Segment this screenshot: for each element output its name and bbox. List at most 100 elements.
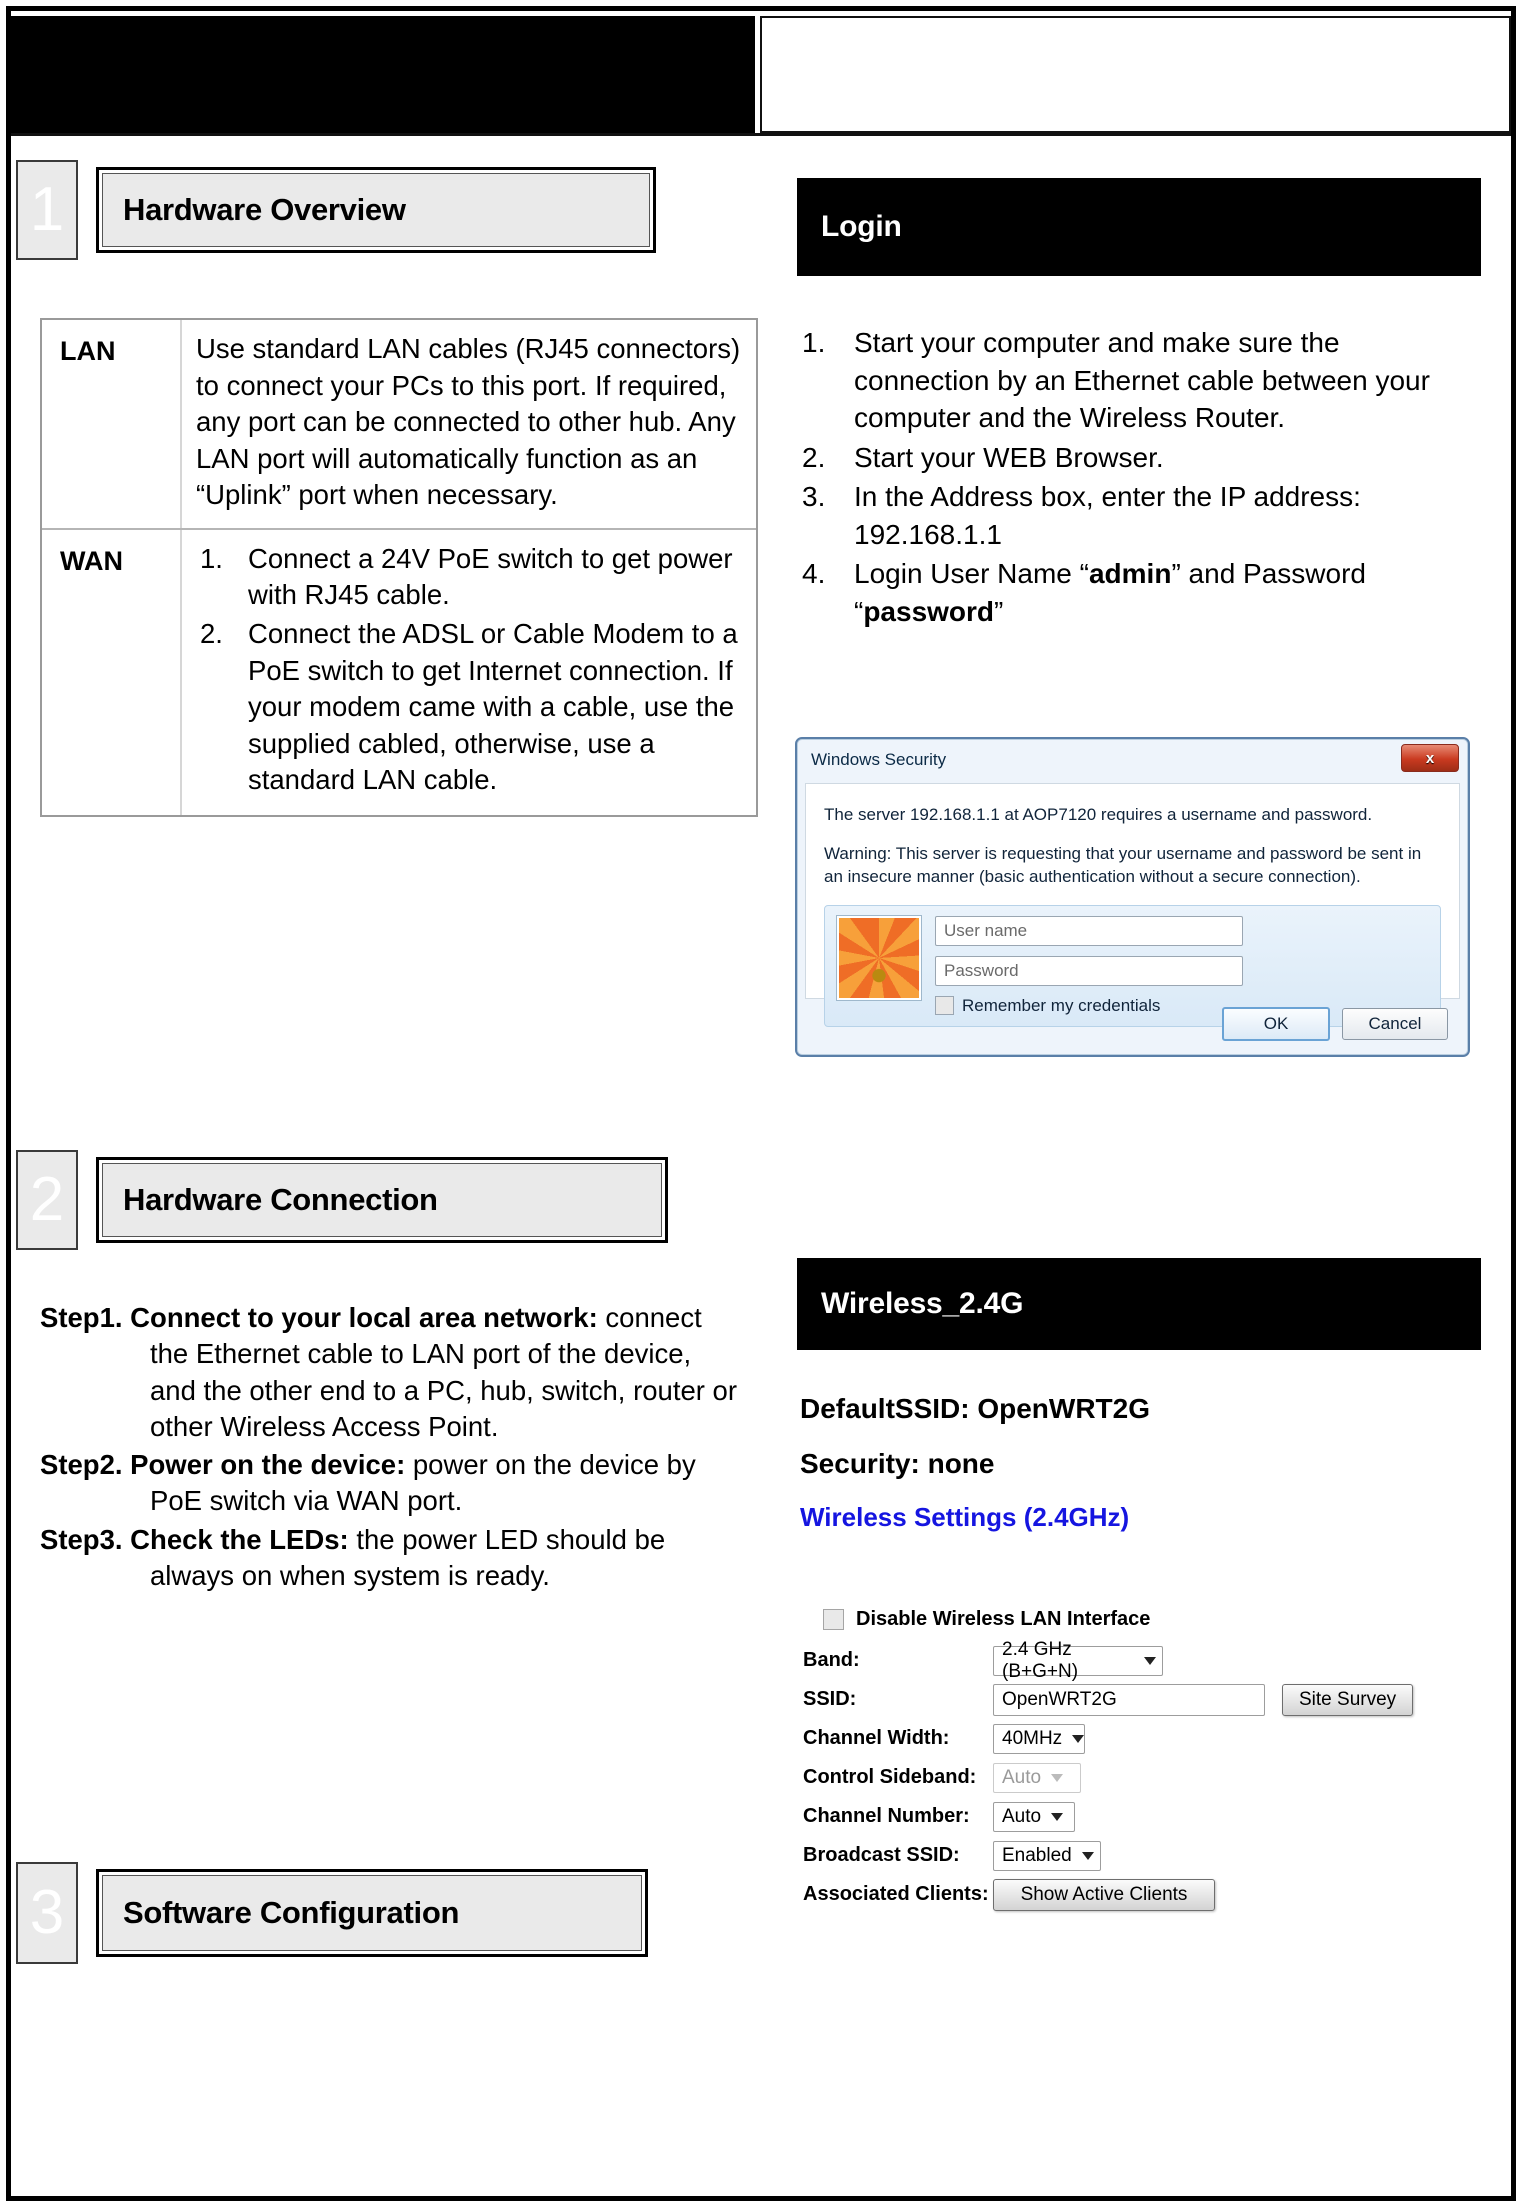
page-border-top [6, 6, 1516, 11]
section-title-box-3: Software Configuration [96, 1869, 648, 1957]
login-username-value: admin [1088, 558, 1172, 590]
user-avatar-icon [836, 914, 922, 1001]
band-label: Band: [803, 1649, 860, 1671]
hw-row-text-wan: 1. Connect a 24V PoE switch to get power… [182, 530, 756, 815]
list-item-text: In the Address box, enter the IP address… [854, 481, 1361, 550]
list-item-number: 1. [802, 327, 826, 358]
list-item-number: 1. [200, 542, 223, 574]
dialog-message-warning: Warning: This server is requesting that … [824, 843, 1422, 886]
associated-clients-row: Associated Clients: Show Active Clients [803, 1875, 1493, 1914]
dialog-title: Windows Security [811, 750, 947, 769]
disable-wireless-label: Disable Wireless LAN Interface [856, 1608, 1151, 1630]
banner-white-block [760, 16, 1511, 133]
section-header-hardware-connection: 2 Hardware Connection [16, 1150, 758, 1250]
banner-underline [11, 133, 1511, 136]
step-label: Step1. Connect to your local area networ… [40, 1302, 598, 1333]
control-sideband-value: Auto [1002, 1766, 1042, 1788]
windows-security-dialog: Windows Security x The server 192.168.1.… [795, 737, 1470, 1057]
section-title-1: Hardware Overview [102, 173, 650, 247]
login-instruction-list: 1. Start your computer and make sure the… [800, 324, 1480, 632]
broadcast-ssid-row: Broadcast SSID: Enabled [803, 1836, 1493, 1875]
hardware-connection-steps: Step1. Connect to your local area networ… [40, 1300, 740, 1596]
broadcast-ssid-value: Enabled [1002, 1844, 1072, 1866]
band-value: 2.4 GHz (B+G+N) [1002, 1638, 1079, 1682]
section-title-3: Software Configuration [102, 1875, 642, 1951]
broadcast-ssid-select[interactable]: Enabled [993, 1840, 1101, 1871]
list-item: 2. Start your WEB Browser. [800, 439, 1480, 477]
channel-width-label: Channel Width: [803, 1727, 950, 1749]
control-sideband-row: Control Sideband: Auto [803, 1758, 1493, 1797]
cancel-button[interactable]: Cancel [1342, 1008, 1448, 1040]
login-heading-bar: Login [797, 178, 1481, 276]
step-item: Step3. Check the LEDs: the power LED sho… [40, 1522, 740, 1595]
hardware-overview-table: LAN Use standard LAN cables (RJ45 connec… [40, 318, 758, 817]
wireless-settings-link[interactable]: Wireless Settings (2.4GHz) [800, 1502, 1129, 1533]
page-border-bottom [6, 2196, 1516, 2201]
list-item-text: Connect the ADSL or Cable Modem to a PoE… [248, 617, 738, 796]
step-label: Step2. Power on the device: [40, 1449, 406, 1481]
section-header-hardware-overview: 1 Hardware Overview [16, 160, 758, 260]
login-heading-text: Login [821, 210, 902, 243]
list-item-number: 2. [200, 617, 223, 649]
channel-number-value: Auto [1002, 1805, 1042, 1827]
channel-number-row: Channel Number: Auto [803, 1797, 1493, 1836]
wan-instruction-list: 1. Connect a 24V PoE switch to get power… [196, 541, 746, 799]
step-item: Step1. Connect to your local area networ… [40, 1300, 740, 1445]
wireless-heading-bar: Wireless_2.4G [797, 1258, 1481, 1350]
page-border-right [1511, 6, 1516, 2201]
dialog-body: The server 192.168.1.1 at AOP7120 requir… [805, 783, 1460, 1027]
step-label: Step3. Check the LEDs: [40, 1523, 349, 1555]
ssid-row: SSID: OpenWRT2G Site Survey [803, 1680, 1493, 1719]
list-item: 3. In the Address box, enter the IP addr… [800, 478, 1480, 553]
band-row: Band: 2.4 GHz (B+G+N) [803, 1639, 1493, 1682]
list-item: 2. Connect the ADSL or Cable Modem to a … [196, 616, 746, 799]
channel-number-select[interactable]: Auto [993, 1801, 1075, 1832]
ssid-input[interactable]: OpenWRT2G [993, 1683, 1265, 1716]
associated-clients-label: Associated Clients: [803, 1883, 989, 1905]
hw-row-label-wan: WAN [42, 529, 182, 815]
chevron-down-icon [1051, 1812, 1064, 1821]
list-item: 1. Connect a 24V PoE switch to get power… [196, 541, 746, 614]
section-header-software-configuration: 3 Software Configuration [16, 1862, 758, 1964]
channel-width-select[interactable]: 40MHz [993, 1723, 1085, 1754]
wireless-settings-form: Disable Wireless LAN Interface Band: 2.4… [803, 1608, 1493, 1914]
band-select[interactable]: 2.4 GHz (B+G+N) [993, 1639, 1163, 1682]
disable-wireless-row[interactable]: Disable Wireless LAN Interface [803, 1608, 1493, 1631]
show-active-clients-button[interactable]: Show Active Clients [993, 1878, 1215, 1911]
section-title-box-1: Hardware Overview [96, 167, 656, 253]
chevron-down-icon [1072, 1734, 1085, 1743]
section-number-1: 1 [16, 160, 78, 260]
list-item: 4. Login User Name “admin” and Password … [800, 555, 1480, 630]
section-number-2: 2 [16, 1150, 78, 1250]
control-sideband-label: Control Sideband: [803, 1766, 977, 1788]
list-item-number: 2. [802, 441, 826, 473]
quick-install-guide-page: 1 Hardware Overview LAN Use standard LAN… [0, 0, 1521, 2207]
chevron-down-icon [1081, 1851, 1094, 1860]
dialog-footer: OK Cancel [805, 1001, 1460, 1047]
chevron-down-icon [1144, 1656, 1156, 1665]
list-item-text: Connect a 24V PoE switch to get power wi… [248, 542, 733, 611]
list-item-text-post: ” [994, 595, 1004, 627]
hw-lan-paragraph: Use standard LAN cables (RJ45 connectors… [196, 333, 741, 511]
list-item: 1. Start your computer and make sure the… [800, 324, 1480, 437]
list-item-text-pre: Login User Name “ [854, 558, 1089, 590]
channel-width-row: Channel Width: 40MHz [803, 1719, 1493, 1758]
site-survey-button[interactable]: Site Survey [1282, 1683, 1414, 1716]
table-row: WAN 1. Connect a 24V PoE switch to get p… [42, 527, 756, 815]
chevron-down-icon [1051, 1773, 1064, 1782]
section-title-box-2: Hardware Connection [96, 1157, 668, 1243]
table-row: LAN Use standard LAN cables (RJ45 connec… [42, 320, 756, 528]
close-icon[interactable]: x [1401, 744, 1459, 772]
security-line: Security: none [800, 1448, 995, 1479]
hw-row-text-lan: Use standard LAN cables (RJ45 connectors… [182, 320, 756, 528]
username-field[interactable]: User name [935, 915, 1243, 946]
channel-width-value: 40MHz [1002, 1727, 1063, 1749]
ok-button[interactable]: OK [1222, 1007, 1330, 1041]
disable-wireless-checkbox[interactable] [823, 1609, 844, 1630]
default-ssid-line: DefaultSSID: OpenWRT2G [800, 1393, 1151, 1424]
step-item: Step2. Power on the device: power on the… [40, 1447, 740, 1520]
control-sideband-select: Auto [993, 1762, 1081, 1793]
password-field[interactable]: Password [935, 955, 1243, 986]
broadcast-ssid-label: Broadcast SSID: [803, 1844, 960, 1866]
login-password-value: password [863, 595, 995, 627]
